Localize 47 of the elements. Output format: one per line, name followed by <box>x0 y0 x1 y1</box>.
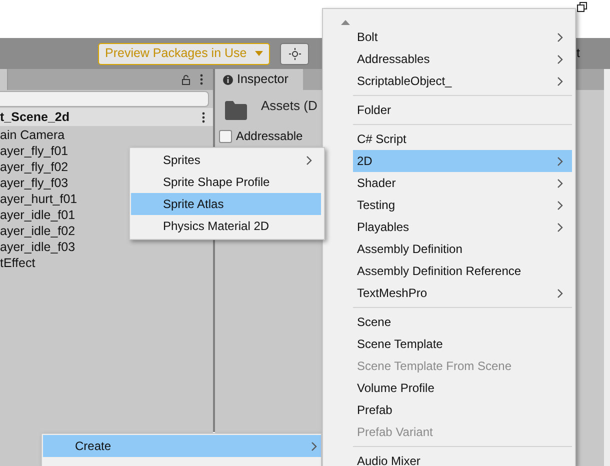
menu-item[interactable]: 2D <box>353 150 572 172</box>
menu-item[interactable]: Sprite Shape Profile <box>131 171 321 193</box>
more-options-icon[interactable] <box>202 112 205 122</box>
menu-item[interactable]: ScriptableObject_ <box>353 70 572 92</box>
caret-icon <box>255 51 263 56</box>
settings-button[interactable] <box>280 42 309 64</box>
hierarchy-item[interactable]: ayer_fly_f03 <box>0 176 68 190</box>
menu-item[interactable]: Testing <box>353 194 572 216</box>
menu-item[interactable]: Volume Profile <box>353 377 572 399</box>
more-options-icon[interactable] <box>200 74 203 85</box>
menu-item[interactable]: Folder <box>353 99 572 121</box>
restore-window-icon[interactable] <box>577 2 587 12</box>
menu-item[interactable]: Create <box>43 435 321 457</box>
search-field[interactable] <box>0 91 209 107</box>
hierarchy-item[interactable]: ayer_idle_f03 <box>0 240 76 254</box>
menu-item[interactable]: Sprites <box>131 149 321 171</box>
lock-icon[interactable] <box>181 74 191 84</box>
menu-item[interactable]: Shader <box>353 172 572 194</box>
inspector-title: Assets (D <box>261 97 318 115</box>
checkbox-label: Addressable <box>236 129 303 143</box>
hierarchy-item[interactable]: ayer_fly_f01 <box>0 144 68 158</box>
menu-item[interactable]: TextMeshPro <box>353 282 572 304</box>
hierarchy-item[interactable]: ayer_hurt_f01 <box>0 192 78 206</box>
info-icon <box>223 74 233 84</box>
menu-item[interactable]: Sprite Atlas <box>131 193 321 215</box>
hierarchy-item[interactable]: tEffect <box>0 256 36 270</box>
menu-item[interactable]: Bolt <box>353 26 572 48</box>
menu-item[interactable]: C# Script <box>353 128 572 150</box>
menu-item[interactable]: Assembly Definition Reference <box>353 260 572 282</box>
hierarchy-item[interactable]: ayer_idle_f02 <box>0 224 76 238</box>
toolbar-button-label: t <box>576 45 580 62</box>
settings-icon <box>288 48 300 60</box>
menu-item[interactable]: Prefab <box>353 399 572 421</box>
menu-item[interactable]: Physics Material 2D <box>131 215 321 237</box>
menu-item[interactable]: Scene <box>353 311 572 333</box>
scroll-up-arrow-icon[interactable] <box>341 20 350 26</box>
menu-item[interactable]: Playables <box>353 216 572 238</box>
menu-item[interactable]: Assembly Definition <box>353 238 572 260</box>
hierarchy-item[interactable]: ayer_fly_f02 <box>0 160 68 174</box>
addressable-checkbox[interactable] <box>219 130 232 142</box>
menu-item[interactable]: Audio Mixer <box>353 450 572 466</box>
menu-item[interactable]: Scene Template <box>353 333 572 355</box>
inspector-tab[interactable]: Inspector <box>215 69 303 90</box>
hierarchy-item[interactable]: ain Camera <box>0 128 65 142</box>
menu-item[interactable]: Addressables <box>353 48 572 70</box>
hierarchy-item[interactable]: ayer_idle_f01 <box>0 208 76 222</box>
folder-icon <box>225 101 247 120</box>
